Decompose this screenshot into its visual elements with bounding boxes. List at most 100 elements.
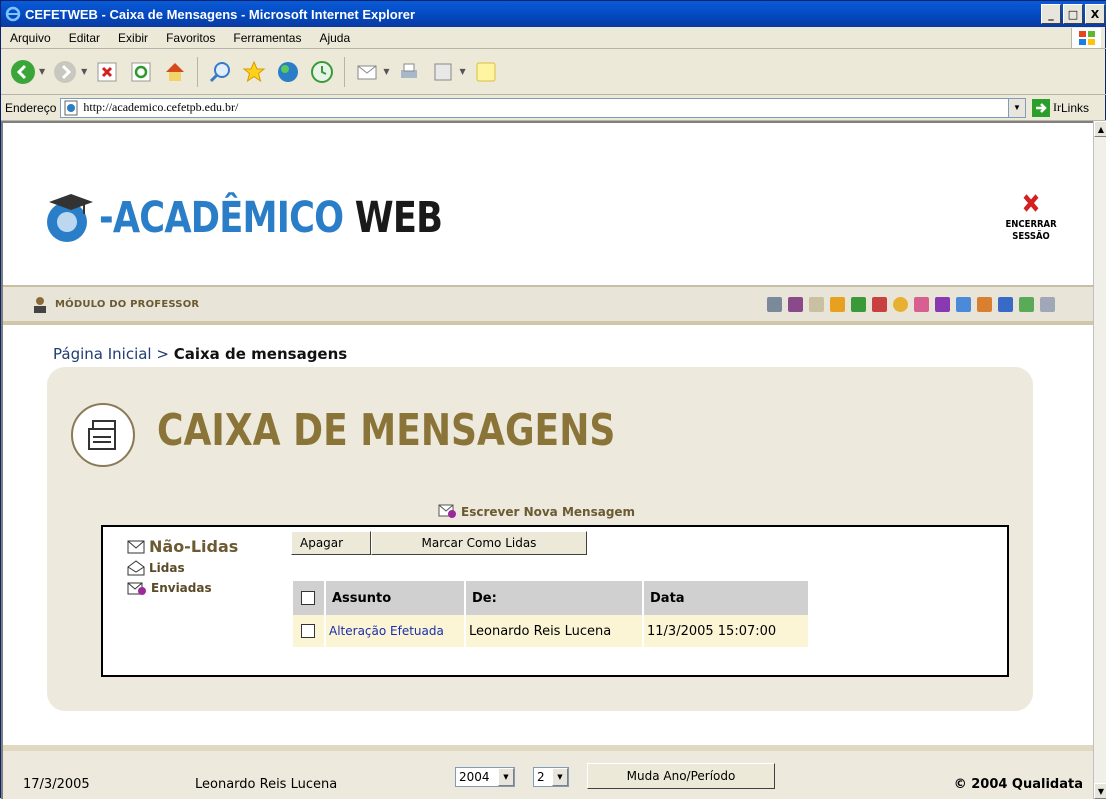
col-subject[interactable]: Assunto xyxy=(325,581,466,615)
maximize-button[interactable]: □ xyxy=(1063,4,1083,24)
module-icon-13[interactable] xyxy=(1019,297,1034,312)
back-icon[interactable] xyxy=(9,58,37,86)
folder-unread-label: Não-Lidas xyxy=(149,537,239,556)
module-label-text: MÓDULO DO PROFESSOR xyxy=(55,298,200,310)
page-icon xyxy=(63,100,79,116)
select-all-checkbox[interactable] xyxy=(301,591,315,605)
address-url: http://academico.cefetpb.edu.br/ xyxy=(83,100,239,114)
menu-exibir[interactable]: Exibir xyxy=(109,31,157,45)
folder-read-label: Lidas xyxy=(149,561,185,575)
new-message-link[interactable]: Escrever Nova Mensagem xyxy=(437,501,635,519)
mail-dropdown-icon[interactable]: ▼ xyxy=(383,67,389,76)
folder-read[interactable]: Lidas xyxy=(127,560,238,576)
search-icon[interactable] xyxy=(206,58,234,86)
mailbox-icon xyxy=(71,403,135,467)
breadcrumb: Página Inicial > Caixa de mensagens xyxy=(53,345,347,363)
module-icon-5[interactable] xyxy=(851,297,866,312)
address-input[interactable]: http://academico.cefetpb.edu.br/ ▼ xyxy=(60,97,1026,118)
menu-ajuda[interactable]: Ajuda xyxy=(310,31,359,45)
module-calendar-icon[interactable] xyxy=(872,297,887,312)
menu-editar[interactable]: Editar xyxy=(60,31,109,45)
vertical-scrollbar[interactable]: ▲ ▼ xyxy=(1093,121,1106,799)
menu-arquivo[interactable]: Arquivo xyxy=(1,31,60,45)
go-button[interactable]: Ir xyxy=(1031,98,1061,117)
module-icon-12[interactable] xyxy=(998,297,1013,312)
scroll-down-icon[interactable]: ▼ xyxy=(1094,783,1106,799)
close-button[interactable]: X xyxy=(1085,4,1105,24)
col-date[interactable]: Data xyxy=(643,581,810,615)
menu-bar: Arquivo Editar Exibir Favoritos Ferramen… xyxy=(1,27,1106,49)
media-icon[interactable] xyxy=(274,58,302,86)
back-dropdown-icon[interactable]: ▼ xyxy=(39,67,45,76)
minimize-button[interactable]: _ xyxy=(1041,4,1061,24)
module-icon-2[interactable] xyxy=(788,297,803,312)
page-viewport: -ACADÊMICO WEB ENCERRAR SESSÃO MÓDULO DO… xyxy=(1,121,1093,799)
module-icon-11[interactable] xyxy=(977,297,992,312)
scroll-up-icon[interactable]: ▲ xyxy=(1094,121,1106,137)
forward-icon[interactable] xyxy=(51,58,79,86)
table-row: Alteração Efetuada Leonardo Reis Lucena … xyxy=(293,615,810,647)
message-table: Assunto De: Data Alteração Efetuada Leon… xyxy=(293,581,810,647)
windows-flag-icon xyxy=(1071,28,1101,48)
edit-icon[interactable] xyxy=(429,58,457,86)
module-icon-8[interactable] xyxy=(914,297,929,312)
logo-main-text: WEB xyxy=(354,193,443,243)
logo-text: -ACADÊMICO WEB xyxy=(99,193,443,243)
module-icon-14[interactable] xyxy=(1040,297,1055,312)
module-label: MÓDULO DO PROFESSOR xyxy=(31,295,199,313)
note-icon[interactable] xyxy=(472,58,500,86)
print-icon[interactable] xyxy=(395,58,423,86)
toolbar-separator xyxy=(197,56,199,87)
sent-envelope-icon xyxy=(127,582,146,595)
favorites-star-icon[interactable] xyxy=(240,58,268,86)
row-select-cell xyxy=(293,615,326,647)
edit-dropdown-icon[interactable]: ▼ xyxy=(459,67,465,76)
change-period-button[interactable]: Muda Ano/Período xyxy=(587,763,775,789)
links-button[interactable]: Links xyxy=(1061,101,1089,115)
subject-link[interactable]: Alteração Efetuada xyxy=(329,624,444,638)
compose-icon xyxy=(438,504,456,518)
folder-sent[interactable]: Enviadas xyxy=(127,580,238,596)
col-from[interactable]: De: xyxy=(465,581,644,615)
table-header-row: Assunto De: Data xyxy=(293,581,810,615)
end-session-button[interactable]: ENCERRAR SESSÃO xyxy=(1006,191,1057,243)
address-bar: Endereço http://academico.cefetpb.edu.br… xyxy=(1,95,1106,121)
title-bar[interactable]: CEFETWEB - Caixa de Mensagens - Microsof… xyxy=(1,1,1106,27)
period-select[interactable]: 2 ▼ xyxy=(533,767,569,787)
module-clock-icon[interactable] xyxy=(893,297,908,312)
action-buttons: Apagar Marcar Como Lidas xyxy=(291,531,587,555)
breadcrumb-current: Caixa de mensagens xyxy=(173,345,348,363)
row-date: 11/3/2005 15:07:00 xyxy=(643,615,810,647)
address-label: Endereço xyxy=(5,100,57,115)
breadcrumb-home-link[interactable]: Página Inicial xyxy=(53,345,152,363)
row-checkbox[interactable] xyxy=(301,624,315,639)
module-lock-icon[interactable] xyxy=(830,297,845,312)
module-icon-3[interactable] xyxy=(809,297,824,312)
history-icon[interactable] xyxy=(308,58,336,86)
footer-user: Leonardo Reis Lucena xyxy=(195,777,338,792)
delete-button[interactable]: Apagar xyxy=(291,531,371,555)
year-dropdown-icon[interactable]: ▼ xyxy=(498,768,514,786)
year-select[interactable]: 2004 ▼ xyxy=(455,767,515,787)
folder-list: Não-Lidas Lidas Enviadas xyxy=(127,537,238,600)
period-dropdown-icon[interactable]: ▼ xyxy=(552,768,568,786)
mark-read-button[interactable]: Marcar Como Lidas xyxy=(371,531,587,555)
menu-ferramentas[interactable]: Ferramentas xyxy=(224,31,310,45)
refresh-icon[interactable] xyxy=(127,58,155,86)
module-icon-9[interactable] xyxy=(935,297,950,312)
footer: 17/3/2005 Leonardo Reis Lucena 2004 ▼ 2 … xyxy=(3,745,1093,799)
forward-dropdown-icon[interactable]: ▼ xyxy=(81,67,87,76)
open-envelope-icon xyxy=(127,560,145,576)
address-dropdown-icon[interactable]: ▼ xyxy=(1007,98,1025,117)
module-grid-icon[interactable] xyxy=(956,297,971,312)
end-session-line2: SESSÃO xyxy=(1012,231,1050,242)
module-icon-1[interactable] xyxy=(767,297,782,312)
folder-sent-label: Enviadas xyxy=(151,581,212,595)
close-x-icon xyxy=(1023,194,1039,212)
folder-unread[interactable]: Não-Lidas xyxy=(127,537,238,556)
stop-icon[interactable] xyxy=(93,58,121,86)
go-arrow-icon xyxy=(1031,98,1050,117)
mail-icon[interactable] xyxy=(353,58,381,86)
home-icon[interactable] xyxy=(161,58,189,86)
menu-favoritos[interactable]: Favoritos xyxy=(157,31,224,45)
